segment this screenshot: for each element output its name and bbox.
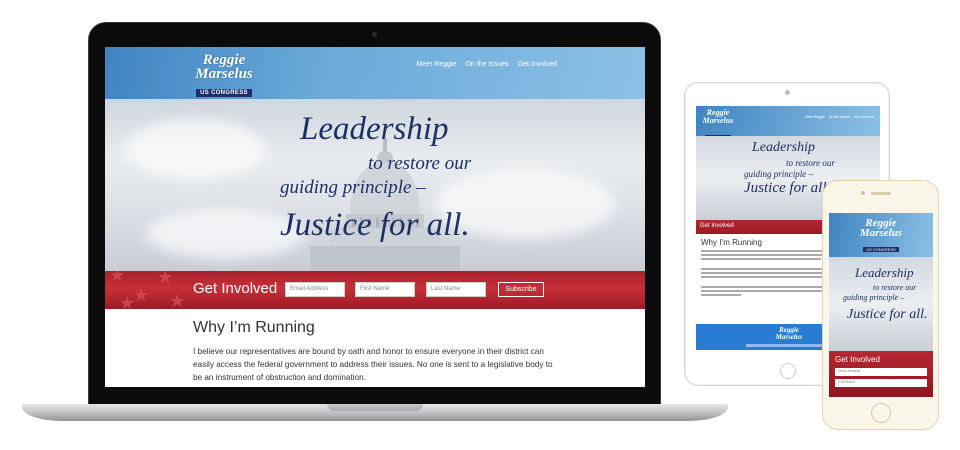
laptop-frame: Reggie Marselus US CONGRESS Meet Reggie … (88, 22, 661, 406)
hero-section: Leadership to restore our guiding princi… (105, 99, 645, 271)
tablet-nav: Meet Reggie On the Issues Get Involved (805, 115, 874, 119)
email-input[interactable]: Email Address (285, 282, 345, 297)
logo-name-line2: Marselus (195, 66, 253, 82)
phone-get-involved-title: Get Involved (835, 355, 880, 364)
get-involved-title: Get Involved (193, 280, 278, 297)
tablet-nav-get-involved[interactable]: Get Involved (854, 115, 874, 119)
phone-hero-line2: to restore our (873, 283, 917, 292)
phone-header: Reggie Marselus US CONGRESS Meet Reggie … (829, 213, 933, 265)
tablet-hero-line1: Leadership (752, 140, 815, 155)
tablet-home-button[interactable] (780, 363, 796, 379)
get-involved-band: ★ ★ ★ ★ ★ Get Involved Email Address Fir… (105, 271, 645, 309)
site-logo[interactable]: Reggie Marselus US CONGRESS (193, 53, 255, 99)
nav-meet-reggie[interactable]: Meet Reggie (417, 61, 457, 68)
hero-line-principle: guiding principle – (280, 177, 426, 198)
tablet-header: Reggie Marselus US CONGRESS Meet Reggie … (696, 106, 880, 139)
logo-name-line1: Reggie (202, 52, 246, 68)
tablet-footer-logo-line2: Marselus (775, 333, 803, 341)
hero-line-restore: to restore our (368, 153, 472, 174)
tablet-camera (785, 90, 790, 95)
phone-logo-line2[interactable]: Marselus (829, 228, 933, 239)
hero-line-leadership: Leadership (300, 111, 449, 147)
subscribe-button[interactable]: Subscribe (498, 282, 544, 297)
section-heading: Why I’m Running (193, 319, 315, 336)
tablet-hero-line3: guiding principle – (744, 169, 813, 179)
nav-on-the-issues[interactable]: On the Issues (465, 61, 508, 68)
tablet-hero-line2: to restore our (786, 158, 835, 168)
phone-hero-line4: Justice for all. (847, 307, 928, 322)
tablet-hero-line4: Justice for all. (744, 180, 831, 196)
phone-hero-line3: guiding principle – (843, 293, 905, 302)
phone-camera (861, 191, 865, 195)
phone-email-input[interactable]: Email Address (835, 368, 927, 376)
laptop-base (22, 404, 728, 421)
phone-frame: Reggie Marselus US CONGRESS Meet Reggie … (822, 180, 939, 430)
phone-hero-line1: Leadership (855, 265, 914, 280)
phone-screen: Reggie Marselus US CONGRESS Meet Reggie … (829, 213, 933, 397)
phone-logo-badge: US CONGRESS (863, 247, 899, 252)
content-section: Why I’m Running I believe our representa… (193, 319, 563, 384)
tablet-footer-logo: Reggie Marselus (764, 327, 814, 341)
laptop-camera (372, 32, 377, 37)
phone-get-involved-band: Get Involved Email Address First Name (829, 351, 933, 397)
nav-get-involved[interactable]: Get Involved (518, 61, 557, 68)
tablet-footer-bar (746, 344, 830, 347)
tablet-nav-on-the-issues[interactable]: On the Issues (829, 115, 851, 119)
phone-home-button[interactable] (871, 403, 891, 423)
logo-badge: US CONGRESS (196, 89, 252, 97)
last-name-input[interactable]: Last Name (426, 282, 486, 297)
hero-line-justice: Justice for all. (280, 207, 470, 243)
main-nav: Meet Reggie On the Issues Get Involved (417, 61, 557, 68)
laptop-screen: Reggie Marselus US CONGRESS Meet Reggie … (105, 47, 645, 387)
phone-speaker (871, 192, 891, 195)
section-paragraph: I believe our representatives are bound … (193, 347, 553, 382)
first-name-input[interactable]: First Name (355, 282, 415, 297)
phone-first-name-input[interactable]: First Name (835, 379, 927, 387)
tablet-logo-line2: Marselus (702, 116, 734, 125)
site-header: Reggie Marselus US CONGRESS Meet Reggie … (105, 47, 645, 99)
phone-hero: Leadership to restore our guiding princi… (829, 257, 933, 351)
laptop-notch (327, 404, 423, 411)
tablet-nav-meet-reggie[interactable]: Meet Reggie (805, 115, 825, 119)
